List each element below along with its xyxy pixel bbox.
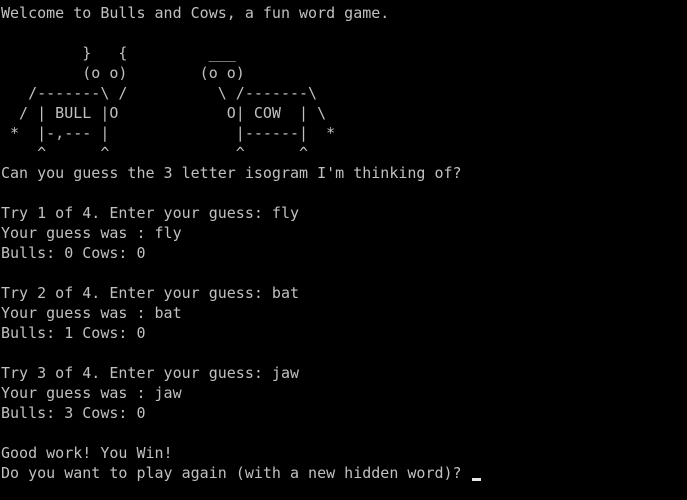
ascii-art-line-2: (o o) (o o): [1, 64, 245, 82]
try-1-guess-echo: Your guess was : fly: [1, 224, 182, 242]
text-cursor: [471, 478, 481, 481]
console-window[interactable]: Welcome to Bulls and Cows, a fun word ga…: [0, 0, 687, 500]
ascii-art-line-1: } { ___: [1, 44, 236, 62]
try-2-prompt: Try 2 of 4. Enter your guess: bat: [1, 284, 300, 302]
ascii-art-line-5: * |-,--- | |------| *: [1, 124, 336, 142]
try-2-guess-echo: Your guess was : bat: [1, 304, 182, 322]
try-3-guess-echo: Your guess was : jaw: [1, 384, 182, 402]
ascii-art-line-6: ^ ^ ^ ^: [1, 144, 309, 162]
try-2-result: Bulls: 1 Cows: 0: [1, 324, 146, 342]
try-3-prompt: Try 3 of 4. Enter your guess: jaw: [1, 364, 300, 382]
win-message: Good work! You Win!: [1, 444, 173, 462]
play-again-prompt: Do you want to play again (with a new hi…: [1, 464, 471, 482]
try-1-prompt: Try 1 of 4. Enter your guess: fly: [1, 204, 300, 222]
ascii-art-line-3: /-------\ / \ /-------\: [1, 84, 318, 102]
ascii-art-line-4: / | BULL |O O| COW | \: [1, 104, 327, 122]
try-3-result: Bulls: 3 Cows: 0: [1, 404, 146, 422]
game-prompt: Can you guess the 3 letter isogram I'm t…: [1, 164, 462, 182]
try-1-result: Bulls: 0 Cows: 0: [1, 244, 146, 262]
welcome-message: Welcome to Bulls and Cows, a fun word ga…: [1, 4, 390, 22]
play-again-input-line[interactable]: Do you want to play again (with a new hi…: [0, 463, 687, 483]
